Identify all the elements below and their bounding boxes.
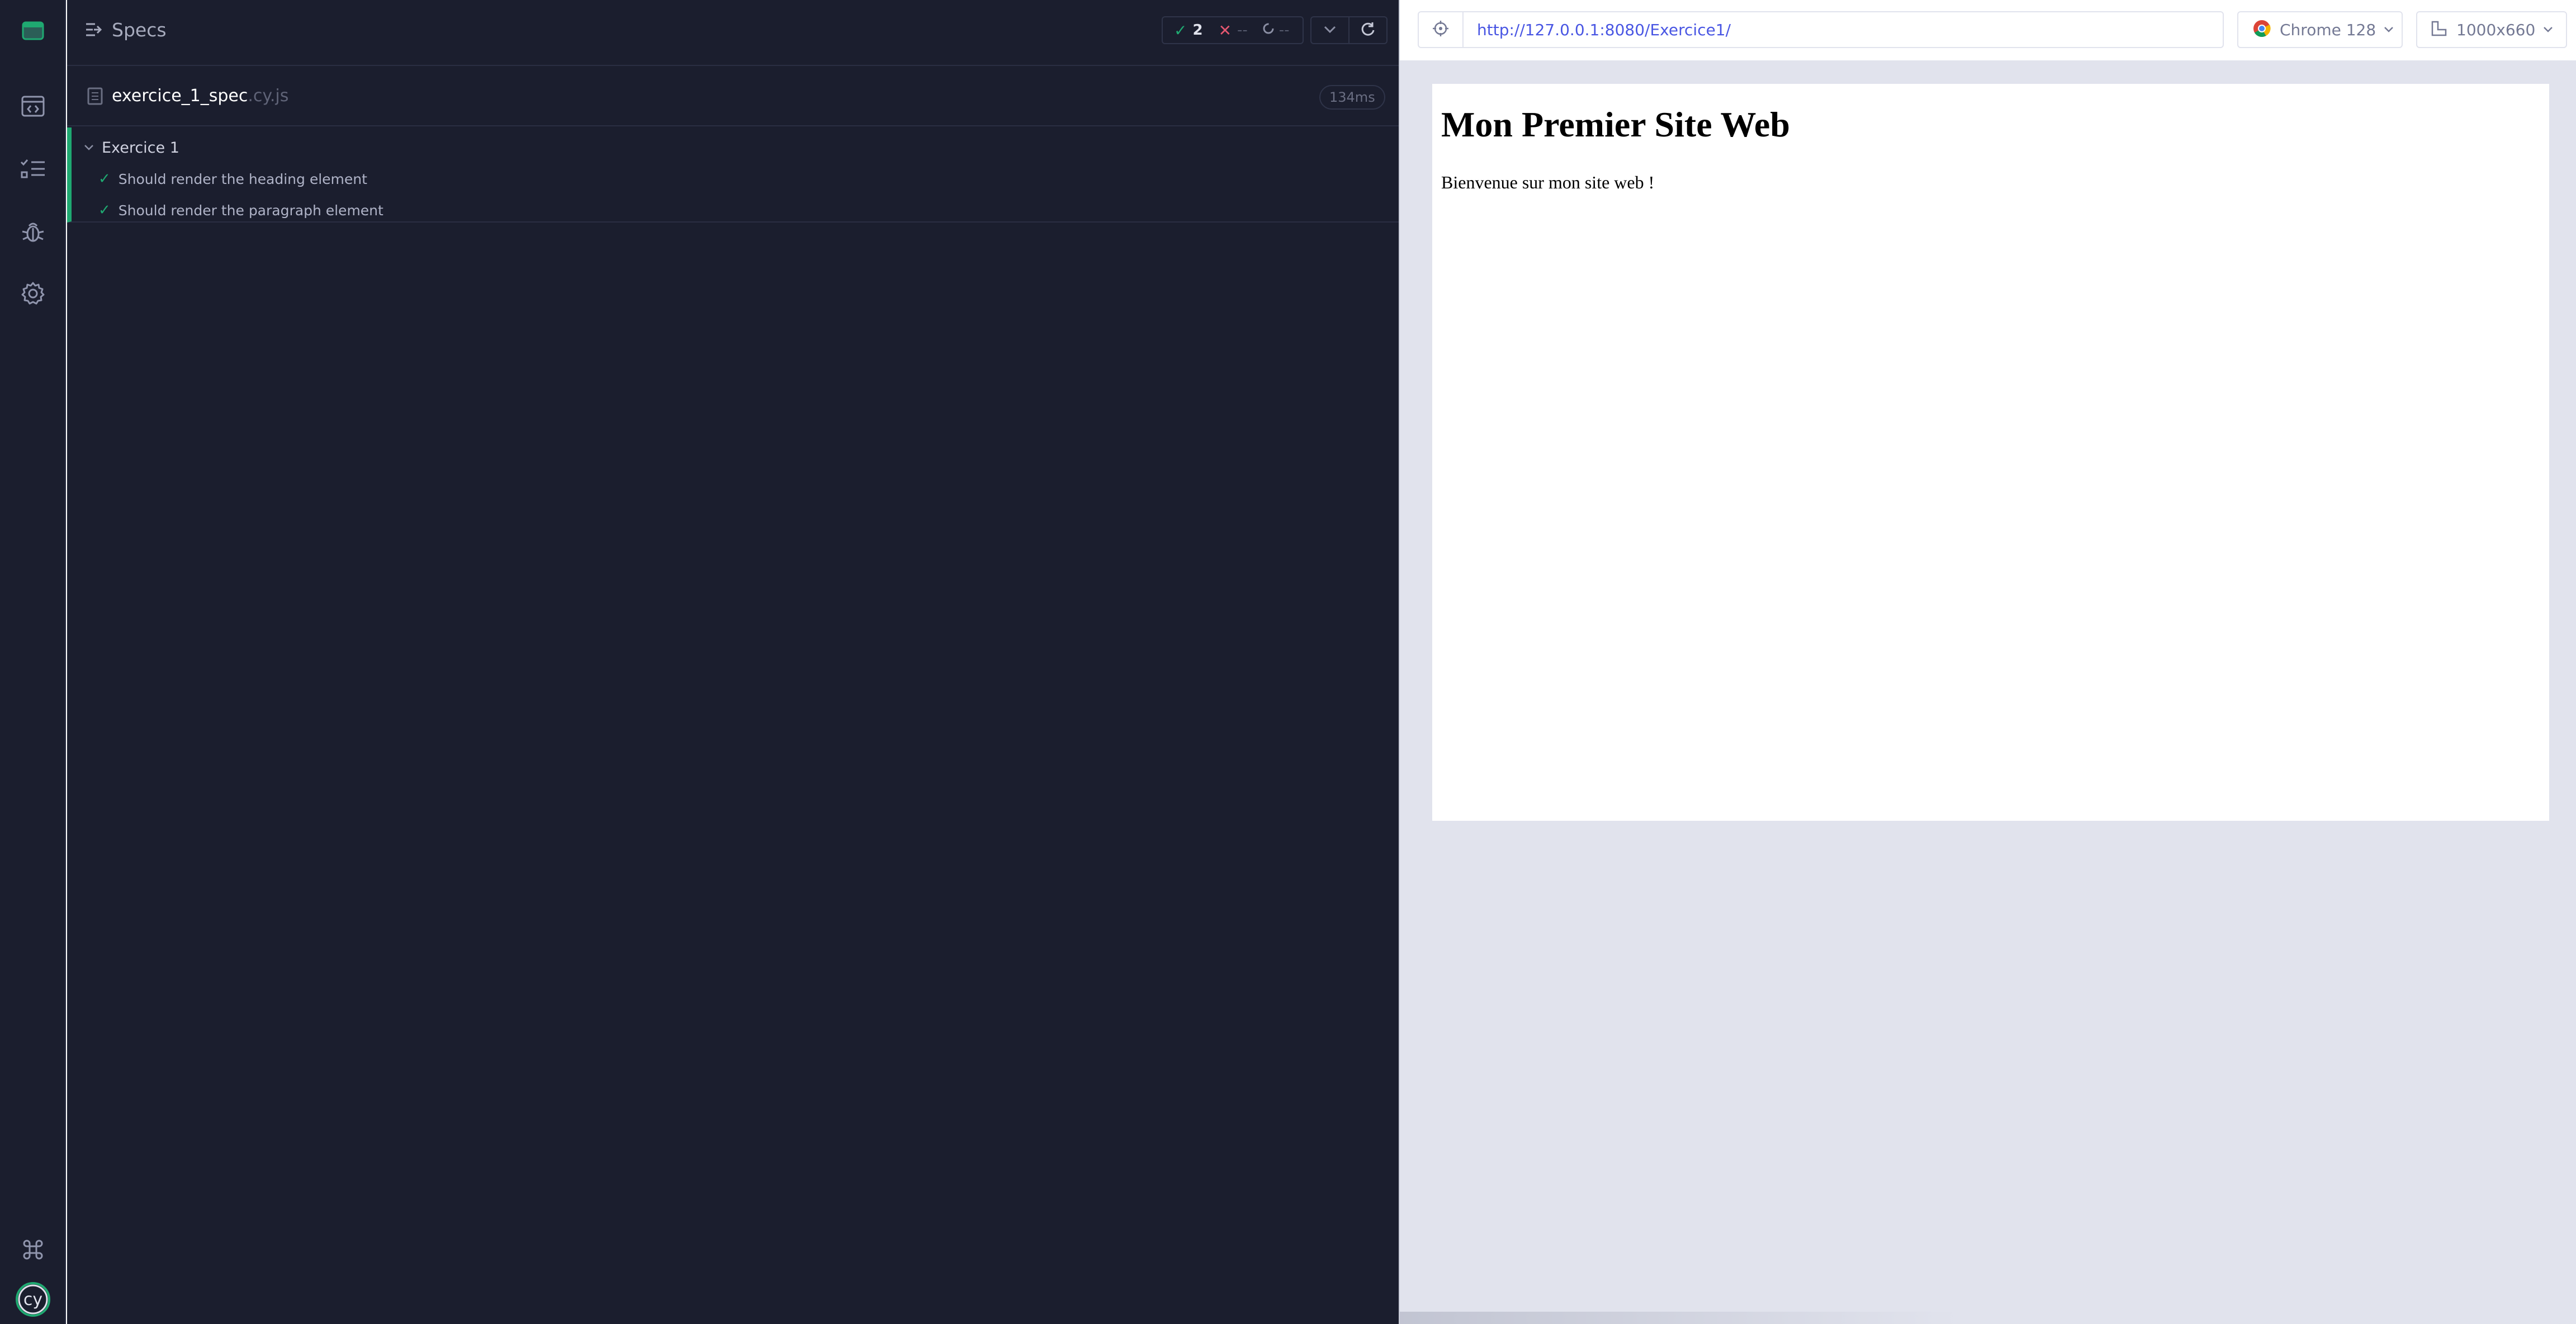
chevron-down-icon — [1324, 25, 1336, 36]
viewport-label: 1000x660 — [2456, 20, 2536, 39]
aut-iframe[interactable]: Mon Premier Site Web Bienvenue sur mon s… — [1432, 84, 2549, 821]
test-item[interactable]: ✓ Should render the heading element — [98, 167, 367, 191]
selector-playground-button[interactable] — [1419, 12, 1464, 47]
test-item[interactable]: ✓ Should render the paragraph element — [98, 198, 383, 223]
checklist-icon — [20, 158, 46, 179]
cypress-logo-button[interactable]: cy — [0, 1275, 66, 1324]
app-logo-icon — [22, 21, 44, 40]
nav-runs[interactable] — [0, 138, 66, 199]
chrome-icon — [2253, 20, 2271, 40]
reporter-header: Specs ✓ 2 ✕ -- -- — [67, 0, 1399, 66]
viewport-resize-icon — [2431, 20, 2447, 39]
specs-list-icon[interactable] — [85, 21, 104, 40]
spec-file-basename: exercice_1_spec — [112, 86, 248, 106]
crosshair-icon — [1432, 20, 1449, 39]
chevron-down-icon — [2543, 25, 2553, 35]
check-icon: ✓ — [1174, 21, 1187, 40]
cypress-home-button[interactable] — [0, 0, 66, 62]
cy-logo-icon: cy — [15, 1282, 51, 1317]
browser-label: Chrome 128 — [2280, 20, 2376, 39]
nav-specs[interactable] — [0, 75, 66, 137]
check-icon: ✓ — [98, 202, 111, 219]
rerun-tests-button[interactable] — [1348, 16, 1388, 44]
nav-debug[interactable] — [0, 201, 66, 263]
url-text[interactable]: http://127.0.0.1:8080/Exercice1/ — [1477, 21, 1731, 39]
test-suite: Exercice 1 ✓ Should render the heading e… — [67, 127, 1399, 223]
left-nav: cy — [0, 0, 66, 1324]
specs-title[interactable]: Specs — [112, 19, 167, 41]
spec-file-row: exercice_1_spec.cy.js 134ms — [67, 67, 1399, 126]
duration-badge: 134ms — [1319, 85, 1385, 110]
url-bar: http://127.0.0.1:8080/Exercice1/ — [1418, 11, 2224, 48]
toggle-auto-scroll-button[interactable] — [1310, 16, 1349, 44]
command-log-reporter: Specs ✓ 2 ✕ -- -- exercice_1_spec.cy.js … — [67, 0, 1399, 1324]
chevron-down-icon — [2384, 25, 2394, 35]
refresh-icon — [1360, 21, 1376, 39]
test-title: Should render the heading element — [118, 171, 367, 187]
suite-header[interactable]: Exercice 1 — [84, 135, 179, 160]
page-heading: Mon Premier Site Web — [1441, 105, 1790, 144]
code-window-icon — [21, 96, 45, 117]
nav-settings[interactable] — [0, 263, 66, 324]
suite-title: Exercice 1 — [102, 139, 179, 157]
test-title: Should render the paragraph element — [118, 202, 383, 219]
spec-file-name[interactable]: exercice_1_spec.cy.js — [112, 86, 288, 106]
viewport-dropdown[interactable]: 1000x660 — [2416, 11, 2567, 48]
aut-header: http://127.0.0.1:8080/Exercice1/ Chrome … — [1400, 0, 2576, 62]
app-under-test-panel: http://127.0.0.1:8080/Exercice1/ Chrome … — [1399, 0, 2576, 1324]
passed-count: ✓ 2 — [1174, 21, 1203, 40]
x-icon: ✕ — [1218, 21, 1232, 40]
panel-scroll-shadow — [1400, 1312, 1959, 1324]
chevron-down-icon — [84, 143, 94, 153]
cy-logo-text: cy — [23, 1290, 42, 1309]
failed-count: ✕ -- — [1218, 21, 1248, 40]
check-icon: ✓ — [98, 171, 111, 187]
spec-file-extension: .cy.js — [248, 86, 289, 106]
test-stats: ✓ 2 ✕ -- -- — [1162, 16, 1304, 44]
document-icon — [87, 87, 103, 107]
gear-icon — [21, 281, 45, 306]
keyboard-shortcuts-button[interactable] — [0, 1219, 66, 1280]
pending-count: -- — [1262, 22, 1290, 39]
browser-dropdown[interactable]: Chrome 128 — [2237, 11, 2403, 48]
page-paragraph: Bienvenue sur mon site web ! — [1441, 172, 1655, 192]
bug-icon — [21, 220, 45, 244]
pending-circle-icon — [1262, 22, 1275, 39]
command-key-icon — [23, 1240, 43, 1260]
